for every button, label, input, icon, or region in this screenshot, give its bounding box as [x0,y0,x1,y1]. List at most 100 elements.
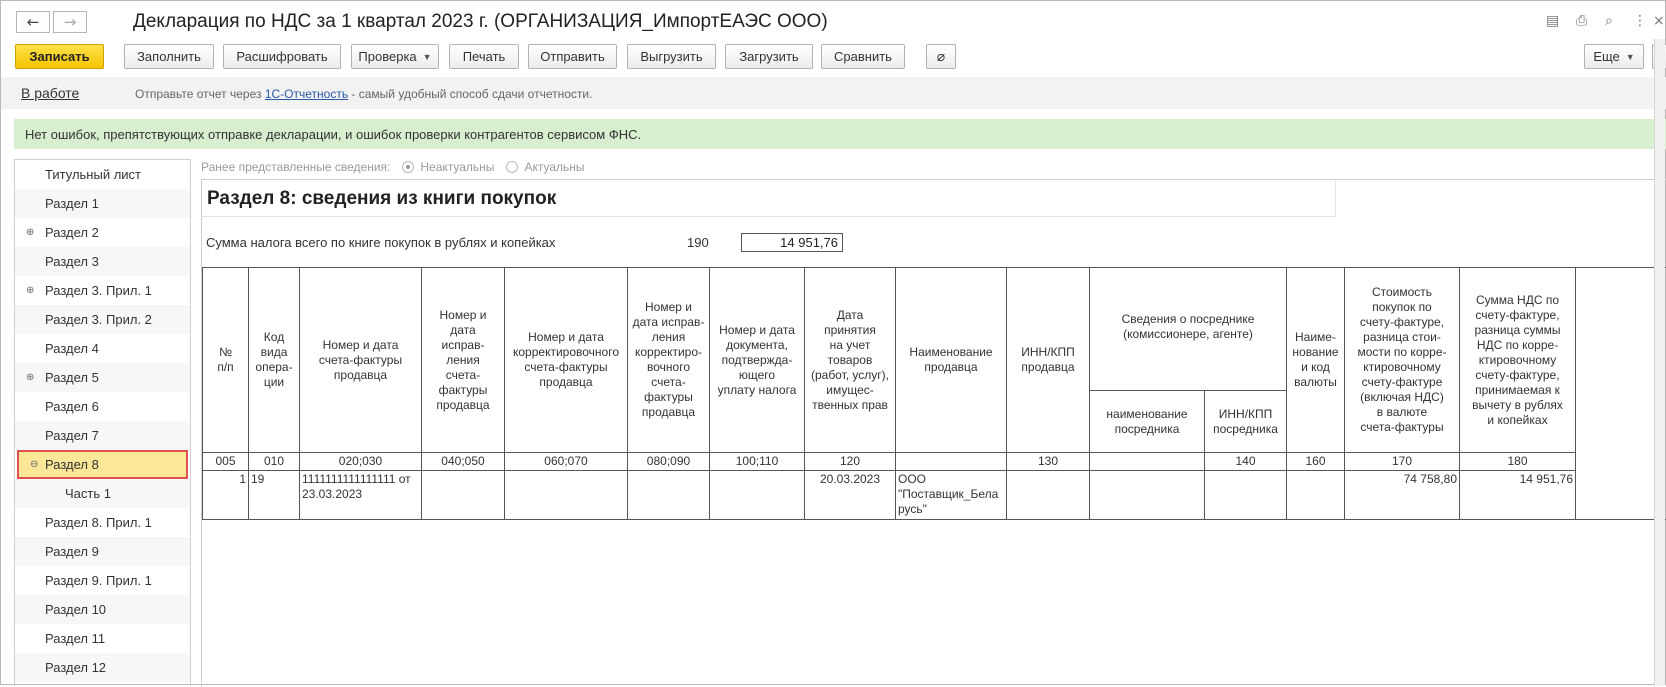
sidebar-item-label: Раздел 4 [45,341,99,356]
earlier-info: Ранее представленные сведения: Неактуаль… [201,160,585,174]
sidebar-item-label: Раздел 11 [45,631,105,646]
cell-num[interactable]: 1 [203,471,249,520]
more-button[interactable]: Еще▼ [1584,44,1644,69]
expand-icon[interactable]: ⊕ [26,227,34,238]
sidebar-item-label: Раздел 8 [45,457,99,472]
sections-sidebar: Титульный лист Раздел 1 ⊕ Раздел 2 Раздел 3 ⊕… [14,159,191,686]
check-result-text: Нет ошибок, препятствующих отправке декл… [25,127,641,142]
sidebar-item[interactable]: Раздел 3. Прил. 2 [15,305,190,334]
header-num: № п/п [203,268,249,453]
cell-seller-name[interactable]: ООО "Поставщик_Бела русь" [896,471,1007,520]
sidebar-item[interactable]: ⊖ Раздел 8 [17,450,188,479]
table-row[interactable]: 1 19 1111111111111111 от 23.03.2023 20.0… [203,471,1666,520]
sidebar-item[interactable]: Раздел 3 [15,247,190,276]
cell-seller-inn[interactable] [1007,471,1090,520]
sidebar-item-label: Раздел 3 [45,254,99,269]
purchase-book-table: № п/п Код вида опера- ции Номер и дата с… [202,267,1666,520]
export-button[interactable]: Выгрузить [627,44,716,69]
sidebar-item[interactable]: Раздел 1 [15,189,190,218]
arrow-right-icon: → [64,13,77,31]
cell-adj-invoice[interactable] [505,471,628,520]
attach-button[interactable]: ⌀ [926,44,956,69]
cell-cost[interactable]: 74 758,80 [1345,471,1460,520]
sidebar-item[interactable]: Раздел 9. Прил. 1 [15,566,190,595]
sidebar-item-label: Раздел 2 [45,225,99,240]
compare-button[interactable]: Сравнить [821,44,905,69]
sidebar-item-label: Раздел 7 [45,428,99,443]
header-payment-doc: Номер и дата документа, подтвержда- ющег… [710,268,805,453]
code-cell: 100;110 [710,453,805,471]
sum-value-field[interactable]: 14 951,76 [741,233,843,252]
sidebar-item-label: Раздел 9. Прил. 1 [45,573,152,588]
cell-adj-corr[interactable] [628,471,710,520]
cell-vat[interactable]: 14 951,76 [1460,471,1576,520]
sidebar-item[interactable]: Раздел 8. Прил. 1 [15,508,190,537]
sidebar-item[interactable]: Раздел 10 [15,595,190,624]
collapse-icon[interactable]: ⊖ [30,459,38,470]
radio-relevant[interactable] [506,161,518,173]
send-button[interactable]: Отправить [528,44,617,69]
sidebar-item[interactable]: Часть 1 [15,479,190,508]
vertical-scrollbar[interactable] [1654,39,1665,686]
sum-code: 190 [687,235,709,250]
expand-icon[interactable]: ⊕ [26,372,34,383]
reporting-link[interactable]: 1С-Отчетность [265,87,348,101]
sidebar-item[interactable]: Раздел 12 [15,653,190,682]
sidebar-item[interactable]: Раздел 4 [15,334,190,363]
save-icon[interactable]: ▤ [1546,13,1559,29]
import-button[interactable]: Загрузить [725,44,813,69]
sidebar-item-label: Раздел 5 [45,370,99,385]
sidebar-item[interactable]: ⊕ Раздел 2 [15,218,190,247]
header-cost: Стоимость покупок по счету-фактуре, разн… [1345,268,1460,453]
fill-button[interactable]: Заполнить [124,44,214,69]
sidebar-item[interactable]: ⊕Раздел 3. Прил. 1 [15,276,190,305]
sidebar-item-label: Раздел 12 [45,660,106,675]
code-cell: 120 [805,453,896,471]
expand-icon[interactable]: ⊕ [26,285,34,296]
sidebar-item[interactable]: Раздел 11 [15,624,190,653]
sidebar-item-label: Титульный лист [45,167,141,182]
cell-op-code[interactable]: 19 [249,471,300,520]
codes-row: 005 010 020;030 040;050 060;070 080;090 … [203,453,1666,471]
print-icon[interactable]: ⎙ [1576,13,1587,29]
cell-payment-doc[interactable] [710,471,805,520]
sidebar-item[interactable]: Раздел 6 [15,392,190,421]
sidebar-item-label: Раздел 6 [45,399,99,414]
cell-agent-name[interactable] [1090,471,1205,520]
code-cell: 005 [203,453,249,471]
header-accept-date: Дата принятия на учет товаров (работ, ус… [805,268,896,453]
code-cell: 020;030 [300,453,422,471]
paperclip-icon: ⌀ [937,49,945,65]
more-vertical-icon[interactable]: ⋮ [1633,13,1647,29]
window-title: Декларация по НДС за 1 квартал 2023 г. (… [133,11,828,33]
section-title: Раздел 8: сведения из книги покупок [207,188,556,210]
sidebar-item-label: Раздел 9 [45,544,99,559]
header-row: № п/п Код вида опера- ции Номер и дата с… [203,268,1666,391]
sidebar-item-label: Раздел 1 [45,196,99,211]
code-cell: 130 [1007,453,1090,471]
save-button[interactable]: Записать [15,44,104,69]
radio-irrelevant[interactable] [402,161,414,173]
sidebar-item[interactable]: ⊕ Раздел 5 [15,363,190,392]
forward-button[interactable]: → [53,11,87,33]
back-button[interactable]: ← [16,11,50,33]
cell-corr-invoice[interactable] [422,471,505,520]
status-link[interactable]: В работе [21,85,79,101]
header-vat: Сумма НДС по счету-фактуре, разница сумм… [1460,268,1576,453]
sidebar-item[interactable]: Титульный лист [15,160,190,189]
cell-accept-date[interactable]: 20.03.2023 [805,471,896,520]
code-cell: 060;070 [505,453,628,471]
sidebar-item[interactable]: Раздел 7 [15,421,190,450]
cell-invoice[interactable]: 1111111111111111 от 23.03.2023 [300,471,422,520]
print-button[interactable]: Печать [449,44,519,69]
check-button[interactable]: Проверка▼ [351,44,439,69]
preview-icon[interactable]: ⌕ [1605,13,1613,29]
cell-agent-inn[interactable] [1205,471,1287,520]
sidebar-item-label: Раздел 10 [45,602,106,617]
close-icon[interactable]: × [1653,13,1665,29]
header-invoice: Номер и дата счета-фактуры продавца [300,268,422,453]
sidebar-item[interactable]: Раздел 9 [15,537,190,566]
sidebar-item-label: Часть 1 [65,486,111,501]
cell-currency[interactable] [1287,471,1345,520]
decode-button[interactable]: Расшифровать [223,44,341,69]
